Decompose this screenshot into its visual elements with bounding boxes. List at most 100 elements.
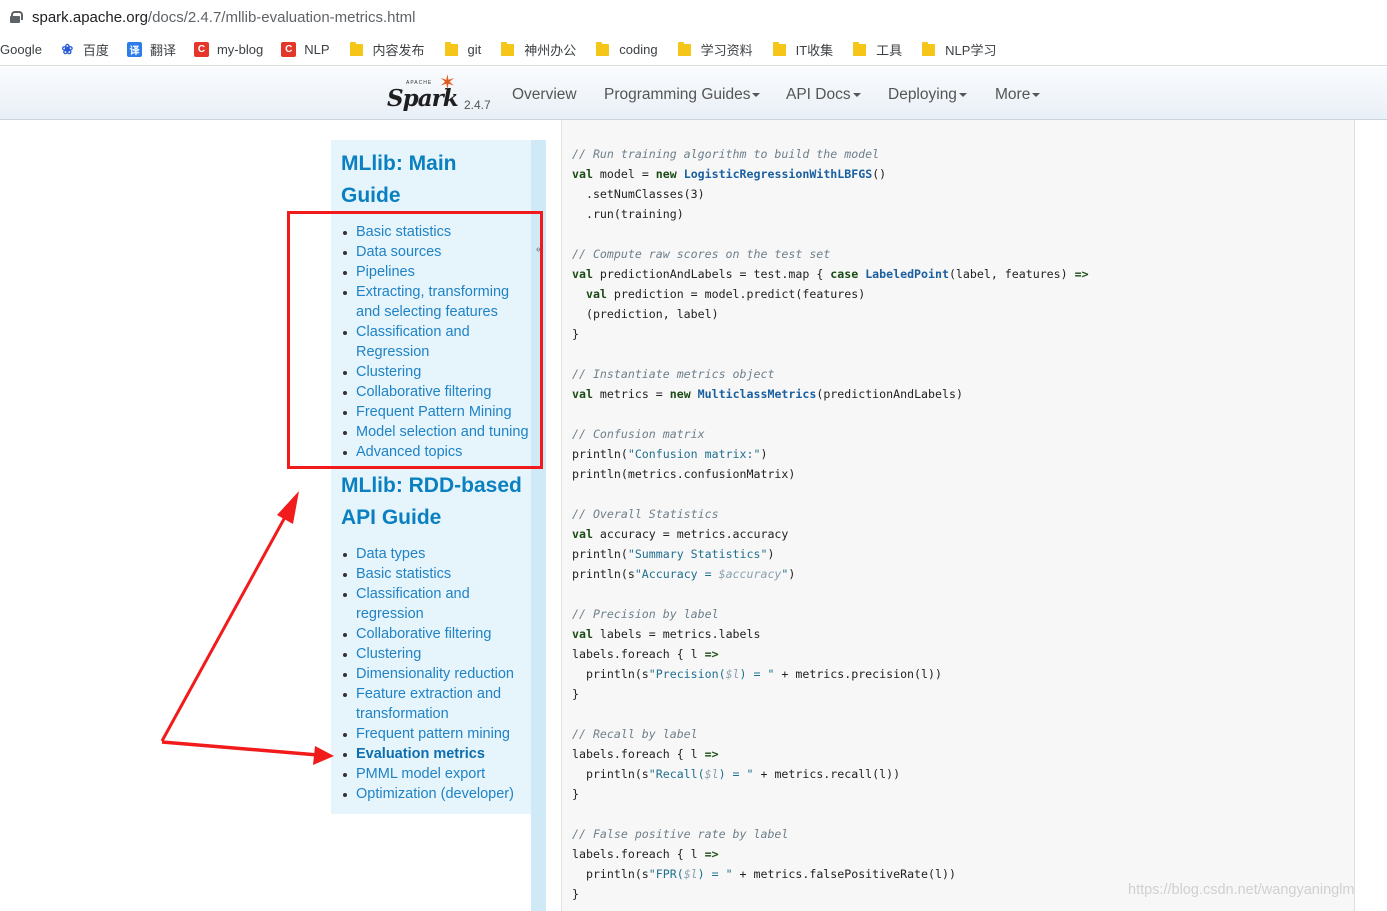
sidebar-item-clustering[interactable]: Clustering <box>331 644 531 664</box>
sidebar-item-label: Dimensionality reduction <box>356 666 514 682</box>
sidebar-item-classification-and-regression[interactable]: Classification and regression <box>331 584 531 624</box>
bookmark-label: 翻译 <box>149 43 176 58</box>
code-line: println(s"Recall($l) = " + metrics.recal… <box>572 764 900 784</box>
annotation-box <box>287 211 543 469</box>
sidebar-heading-rdd: MLlib: RDD-based API Guide <box>341 470 531 534</box>
code-line: } <box>572 784 579 804</box>
code-token: ) <box>760 447 768 461</box>
lock-icon[interactable] <box>10 11 23 23</box>
bookmark-9[interactable]: 学习资料 <box>676 40 753 59</box>
chevron-down-icon <box>852 92 861 97</box>
bookmark-5[interactable]: 内容发布 <box>348 40 425 59</box>
code-line: // Recall by label <box>572 724 698 744</box>
bookmark-3[interactable]: Cmy-blog <box>193 42 263 57</box>
code-line: } <box>572 884 579 904</box>
nav-api-docs-label: API Docs <box>786 86 851 103</box>
sidebar-item-label: Classification and <box>356 586 470 602</box>
nav-more[interactable]: More <box>995 86 1041 104</box>
bookmark-12[interactable]: NLP学习 <box>920 40 996 59</box>
sidebar-item-optimization-developer[interactable]: Optimization (developer) <box>331 784 531 804</box>
bookmark-11[interactable]: 工具 <box>851 40 902 59</box>
code-token: // Overall Statistics <box>572 507 719 521</box>
bookmark-4[interactable]: C NLP <box>281 42 330 57</box>
code-token: accuracy = metrics.accuracy <box>592 527 789 541</box>
sidebar-item-data-types[interactable]: Data types <box>331 544 531 564</box>
sidebar-item-frequent-pattern-mining[interactable]: Frequent pattern mining <box>331 724 531 744</box>
code-token: println(metrics.confusionMatrix) <box>572 467 796 481</box>
code-line: val prediction = model.predict(features) <box>572 284 865 304</box>
code-token: "FPR( <box>648 867 684 881</box>
bookmark-label: 百度 <box>82 43 109 58</box>
spark-logo[interactable]: APACHE Spark ✶ 2.4.7 <box>387 73 497 115</box>
nav-programming-guides-label: Programming Guides <box>604 86 751 103</box>
sidebar-item-collaborative-filtering[interactable]: Collaborative filtering <box>331 624 531 644</box>
code-line: println("Summary Statistics") <box>572 544 774 564</box>
code-token: // Recall by label <box>572 727 698 741</box>
code-token: } <box>572 687 579 701</box>
code-token: println(s <box>572 667 649 681</box>
bookmark-1[interactable]: ❀ 百度 <box>60 40 109 59</box>
code-token: LabeledPoint <box>865 267 949 281</box>
nav-overview[interactable]: Overview <box>512 86 577 104</box>
bookmark-10[interactable]: IT收集 <box>771 40 833 59</box>
code-token: // False positive rate by label <box>572 827 789 841</box>
chevron-down-icon <box>752 92 761 97</box>
url-text[interactable]: spark.apache.org/docs/2.4.7/mllib-evalua… <box>32 9 416 26</box>
code-line: println(s"FPR($l) = " + metrics.falsePos… <box>572 864 956 884</box>
bookmark-2[interactable]: 译翻译 <box>126 40 176 59</box>
code-line: println("Confusion matrix:") <box>572 444 767 464</box>
folder-icon <box>596 41 610 56</box>
sidebar-item-pmml-model-export[interactable]: PMML model export <box>331 764 531 784</box>
bookmark-label: Google <box>0 42 42 57</box>
code-line: // Confusion matrix <box>572 424 705 444</box>
nav-deploying[interactable]: Deploying <box>888 86 967 104</box>
sidebar-heading-main: MLlib: Main Guide <box>341 148 531 212</box>
address-bar[interactable]: spark.apache.org/docs/2.4.7/mllib-evalua… <box>0 0 1387 34</box>
csdn-icon: C <box>193 42 209 57</box>
code-line: (prediction, label) <box>572 304 719 324</box>
bookmark-label: 神州办公 <box>524 43 577 58</box>
code-token: val <box>572 527 593 541</box>
code-token: $accuracy <box>718 567 782 581</box>
code-token: (predictionAndLabels) <box>816 387 963 401</box>
bookmark-7[interactable]: 神州办公 <box>499 40 576 59</box>
code-token: $l <box>725 667 740 681</box>
bookmark-0[interactable]: Google <box>0 42 42 57</box>
folder-icon <box>677 41 691 56</box>
folder-icon <box>922 41 936 56</box>
code-line: println(s"Precision($l) = " + metrics.pr… <box>572 664 942 684</box>
nav-api-docs[interactable]: API Docs <box>786 86 861 104</box>
sidebar-item-label: regression <box>356 606 424 622</box>
sidebar-item-dimensionality-reduction[interactable]: Dimensionality reduction <box>331 664 531 684</box>
code-token: prediction = model.predict(features) <box>606 287 866 301</box>
sidebar-item-feature-extraction-and-transformation[interactable]: Feature extraction and transformation <box>331 684 531 724</box>
bookmark-label: coding <box>619 42 658 57</box>
code-line: .setNumClasses(3) <box>572 184 705 204</box>
code-token: $l <box>683 867 698 881</box>
nav-programming-guides[interactable]: Programming Guides <box>604 86 761 104</box>
code-line: // Precision by label <box>572 604 719 624</box>
bookmark-label: 工具 <box>876 43 903 58</box>
code-line: // False positive rate by label <box>572 824 788 844</box>
code-token: } <box>572 787 579 801</box>
bookmark-8[interactable]: coding <box>594 41 658 57</box>
sidebar-item-label: Frequent pattern mining <box>356 726 510 742</box>
code-token: => <box>704 647 719 661</box>
bookmark-6[interactable]: git <box>443 41 481 57</box>
code-token: } <box>572 327 579 341</box>
code-token: + metrics.precision(l)) <box>774 667 942 681</box>
code-line: .run(training) <box>572 204 684 224</box>
sidebar-item-basic-statistics[interactable]: Basic statistics <box>331 564 531 584</box>
bookmark-label: NLP <box>304 42 330 57</box>
annotation-arrow-right <box>161 740 334 765</box>
code-line: println(metrics.confusionMatrix) <box>572 464 795 484</box>
sidebar-item-label: PMML model export <box>356 766 486 782</box>
code-token: => <box>1074 267 1089 281</box>
code-line: val predictionAndLabels = test.map { cas… <box>572 264 1089 284</box>
sidebar-item-evaluation-metrics[interactable]: Evaluation metrics <box>331 744 531 764</box>
code-token: labels.foreach { l <box>572 647 705 661</box>
code-token: + metrics.falsePositiveRate(l)) <box>732 867 956 881</box>
baidu-paw-icon: ❀ <box>61 41 74 57</box>
